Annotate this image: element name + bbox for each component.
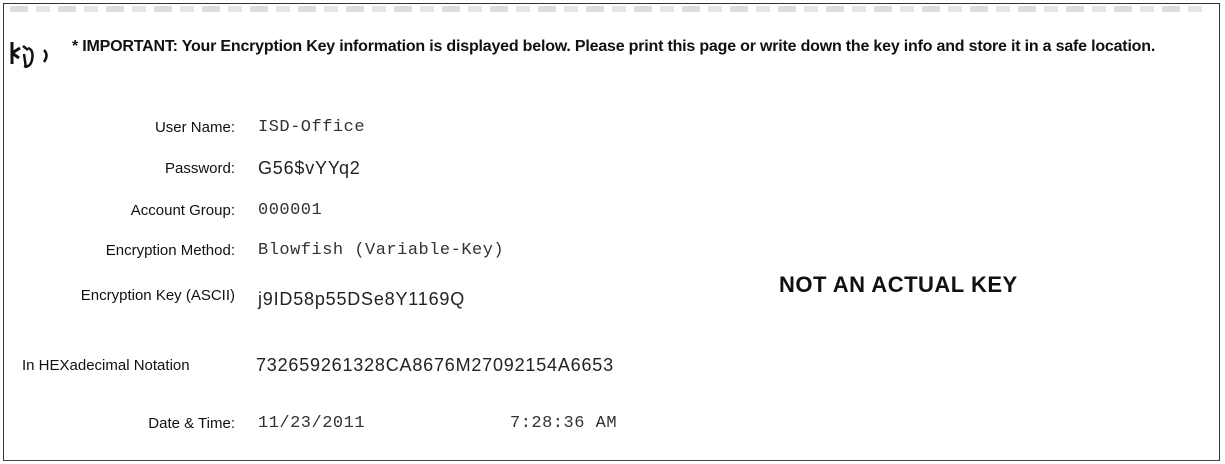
encryption-method-label: Encryption Method: <box>105 242 235 259</box>
user-name-label: User Name: <box>154 119 235 136</box>
account-group-value: 000001 <box>258 201 323 220</box>
encryption-key-panel <box>3 3 1220 461</box>
user-name-value: ISD-Office <box>258 118 366 137</box>
password-label: Password: <box>164 160 235 177</box>
hex-notation-label: In HEXadecimal Notation <box>22 357 190 374</box>
encryption-method-value: Blowfish (Variable-Key) <box>258 241 505 260</box>
date-value: 11/23/2011 <box>258 414 366 433</box>
encryption-key-label: Encryption Key (ASCII) <box>80 287 235 304</box>
scan-artifact <box>10 6 1210 12</box>
hex-value: 732659261328CA8676M27092154A6653 <box>256 355 614 375</box>
account-group-label: Account Group: <box>130 202 235 219</box>
date-time-label: Date & Time: <box>148 415 235 432</box>
not-actual-key-stamp: NOT AN ACTUAL KEY <box>779 272 1018 297</box>
encryption-key-value: j9ID58p55DSe8Y1169Q <box>258 289 466 309</box>
key-icon <box>10 42 48 69</box>
password-value: G56$vYYq2 <box>258 158 361 178</box>
time-value: 7:28:36 AM <box>510 414 618 433</box>
important-notice: * IMPORTANT: Your Encryption Key informa… <box>72 38 1156 55</box>
